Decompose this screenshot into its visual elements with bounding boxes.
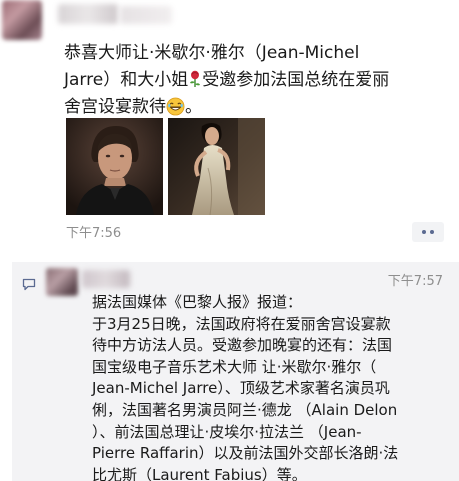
post-text-part-3: 。 bbox=[185, 97, 202, 117]
rose-icon bbox=[190, 70, 201, 87]
comment-text[interactable]: 据法国媒体《巴黎人报》报道： 于3月25日晚，法国政府将在爱丽舍宫设宴款 待中方… bbox=[92, 292, 452, 481]
comment-avatar[interactable] bbox=[46, 268, 78, 296]
author-name-blurred[interactable] bbox=[58, 4, 118, 24]
post-text: 恭喜大师让·米歇尔·雅尔（Jean-Michel Jarre）和大小姐 受邀参加… bbox=[64, 40, 444, 121]
post-time: 下午7:56 bbox=[66, 226, 122, 241]
author-name-blurred-extra bbox=[120, 6, 172, 24]
comment-section: 下午7:57 据法国媒体《巴黎人报》报道： 于3月25日晚，法国政府将在爱丽舍宫… bbox=[12, 262, 459, 481]
moment-post: 恭喜大师让·米歇尔·雅尔（Jean-Michel Jarre）和大小姐 受邀参加… bbox=[0, 0, 459, 242]
photo-woman-dress[interactable] bbox=[168, 118, 265, 215]
dot bbox=[430, 230, 434, 234]
dot bbox=[422, 230, 426, 234]
comment-time: 下午7:57 bbox=[387, 274, 443, 289]
commenter-name-blurred[interactable] bbox=[82, 270, 130, 288]
laugh-emoji-icon bbox=[166, 97, 185, 116]
avatar[interactable] bbox=[2, 0, 42, 40]
comment-bubble-icon bbox=[22, 278, 36, 291]
more-dots-icon[interactable] bbox=[412, 222, 444, 242]
photo-man-portrait[interactable] bbox=[66, 118, 163, 215]
